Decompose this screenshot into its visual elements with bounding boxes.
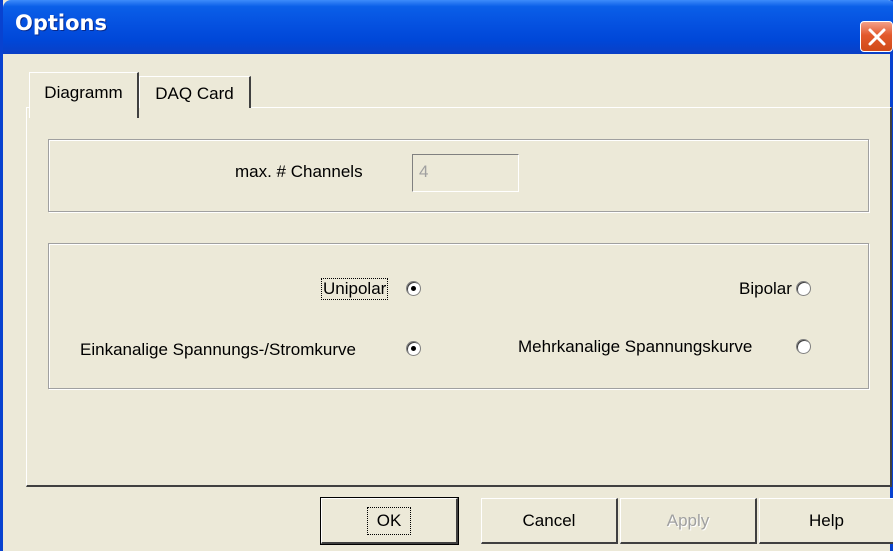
bipolar-label[interactable]: Bipolar xyxy=(739,279,792,299)
tab-daq-card-label: DAQ Card xyxy=(155,84,234,103)
tab-daq-card[interactable]: DAQ Card xyxy=(139,76,251,108)
help-button-label: Help xyxy=(809,510,844,530)
close-button[interactable] xyxy=(860,21,893,52)
title-bar[interactable]: Options xyxy=(3,0,893,54)
apply-button: Apply xyxy=(620,498,757,544)
mehrkanalig-radio[interactable] xyxy=(796,339,811,354)
mehrkanalig-label[interactable]: Mehrkanalige Spannungskurve xyxy=(518,337,752,357)
window-title: Options xyxy=(15,11,107,35)
help-button[interactable]: Help xyxy=(759,498,893,544)
unipolar-radio[interactable] xyxy=(406,281,421,296)
unipolar-label[interactable]: Unipolar xyxy=(320,278,389,300)
cancel-button[interactable]: Cancel xyxy=(481,498,618,544)
options-dialog: Options Diagramm DAQ Card max. # Channel… xyxy=(0,0,893,551)
tab-diagramm-label: Diagramm xyxy=(44,83,123,102)
cancel-button-label: Cancel xyxy=(522,510,576,530)
channels-label: max. # Channels xyxy=(235,162,363,181)
ok-button-label: OK xyxy=(366,506,412,535)
einkanalig-radio[interactable] xyxy=(406,341,421,356)
apply-button-label: Apply xyxy=(666,510,710,530)
mode-groupbox xyxy=(48,243,869,389)
bipolar-radio[interactable] xyxy=(796,281,811,296)
channels-input: 4 xyxy=(412,154,519,192)
ok-button[interactable]: OK xyxy=(320,497,459,545)
close-icon xyxy=(868,28,886,46)
einkanalig-label[interactable]: Einkanalige Spannungs-/Stromkurve xyxy=(80,340,356,360)
tab-diagramm[interactable]: Diagramm xyxy=(29,72,139,118)
